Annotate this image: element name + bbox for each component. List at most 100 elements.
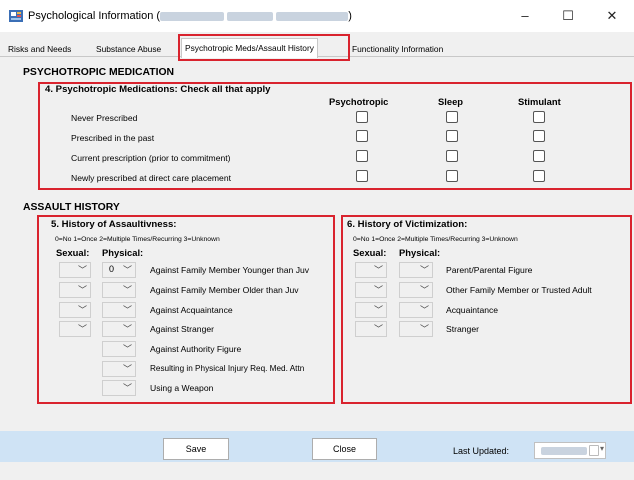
checkbox-newly-stimulant[interactable] bbox=[533, 170, 545, 182]
assault-physical-dropdown-2[interactable]: ﹀ bbox=[102, 282, 136, 298]
assault-section-title: ASSAULT HISTORY bbox=[23, 202, 120, 213]
chevron-down-icon: ﹀ bbox=[122, 364, 132, 374]
chevron-down-icon: ﹀ bbox=[419, 285, 429, 295]
victimization-title: 6. History of Victimization: bbox=[347, 219, 468, 230]
redacted-number bbox=[276, 11, 349, 21]
row-newly-prescribed: Newly prescribed at direct care placemen… bbox=[71, 173, 232, 183]
chevron-down-icon: ﹀ bbox=[122, 344, 132, 354]
checkbox-newly-psychotropic[interactable] bbox=[356, 170, 368, 182]
chevron-down-icon: ﹀ bbox=[419, 324, 429, 334]
assault-physical-dropdown-4[interactable]: ﹀ bbox=[102, 321, 136, 337]
victim-physical-dropdown-3[interactable]: ﹀ bbox=[399, 302, 433, 318]
checkbox-never-psychotropic[interactable] bbox=[356, 111, 368, 123]
assault-row-label-7: Using a Weapon bbox=[150, 383, 214, 393]
calendar-icon bbox=[589, 445, 599, 456]
assault-sexual-dropdown-1[interactable]: ﹀ bbox=[59, 262, 91, 278]
checkbox-newly-sleep[interactable] bbox=[446, 170, 458, 182]
chevron-down-icon: ﹀ bbox=[122, 383, 132, 393]
victim-sexual-dropdown-3[interactable]: ﹀ bbox=[355, 302, 387, 318]
victim-physical-dropdown-1[interactable]: ﹀ bbox=[399, 262, 433, 278]
assault-sexual-dropdown-4[interactable]: ﹀ bbox=[59, 321, 91, 337]
redacted-id bbox=[227, 11, 274, 21]
last-updated-date-picker[interactable]: ▾ bbox=[534, 442, 606, 459]
assault-physical-dropdown-6[interactable]: ﹀ bbox=[102, 361, 136, 377]
redacted-name bbox=[160, 11, 225, 21]
chevron-down-icon: ﹀ bbox=[419, 265, 429, 275]
app-icon bbox=[9, 10, 23, 22]
checkbox-past-psychotropic[interactable] bbox=[356, 130, 368, 142]
chevron-down-icon: ﹀ bbox=[122, 305, 132, 315]
last-updated-label: Last Updated: bbox=[453, 446, 510, 456]
assault-physical-dropdown-3[interactable]: ﹀ bbox=[102, 302, 136, 318]
close-window-button[interactable]: ✕ bbox=[597, 6, 627, 26]
victim-sexual-dropdown-2[interactable]: ﹀ bbox=[355, 282, 387, 298]
victim-sexual-dropdown-1[interactable]: ﹀ bbox=[355, 262, 387, 278]
redacted-date bbox=[541, 447, 587, 455]
checkbox-current-sleep[interactable] bbox=[446, 150, 458, 162]
chevron-down-icon: ﹀ bbox=[77, 324, 87, 334]
chevron-down-icon: ﹀ bbox=[77, 265, 87, 275]
chevron-down-icon: ﹀ bbox=[373, 324, 383, 334]
assault-row-label-3: Against Acquaintance bbox=[150, 305, 233, 315]
chevron-down-icon: ﹀ bbox=[419, 305, 429, 315]
tab-risks-and-needs[interactable]: Risks and Needs bbox=[5, 41, 74, 57]
chevron-down-icon: ﹀ bbox=[77, 285, 87, 295]
assault-row-label-1: Against Family Member Younger than Juv bbox=[150, 265, 310, 275]
assaultiveness-title: 5. History of Assaultivness: bbox=[51, 219, 177, 230]
chevron-down-icon: ﹀ bbox=[122, 265, 132, 275]
victim-row-label-1: Parent/Parental Figure bbox=[446, 265, 533, 275]
chevron-down-icon: ﹀ bbox=[373, 285, 383, 295]
victim-sexual-dropdown-4[interactable]: ﹀ bbox=[355, 321, 387, 337]
column-sleep: Sleep bbox=[438, 96, 464, 107]
assault-physical-dropdown-1[interactable]: 0 ﹀ bbox=[102, 262, 136, 278]
psychotropic-group-title: 4. Psychotropic Medications: Check all t… bbox=[45, 84, 271, 95]
checkbox-never-stimulant[interactable] bbox=[533, 111, 545, 123]
victim-row-label-3: Acquaintance bbox=[446, 305, 499, 315]
chevron-down-icon: ﹀ bbox=[373, 305, 383, 315]
victimization-legend: 0=No 1=Once 2=Multiple Times/Recurring 3… bbox=[353, 236, 518, 243]
assault-physical-dropdown-5[interactable]: ﹀ bbox=[102, 341, 136, 357]
chevron-down-icon: ﹀ bbox=[122, 285, 132, 295]
tab-functionality-information[interactable]: Functionality Information bbox=[349, 41, 446, 57]
assault-row-label-6: Resulting in Physical Injury Req. Med. A… bbox=[150, 364, 305, 373]
victim-row-label-4: Stranger bbox=[446, 324, 479, 334]
chevron-down-icon: ▾ bbox=[600, 444, 605, 453]
checkbox-current-stimulant[interactable] bbox=[533, 150, 545, 162]
checkbox-never-sleep[interactable] bbox=[446, 111, 458, 123]
chevron-down-icon: ﹀ bbox=[373, 265, 383, 275]
status-strip bbox=[0, 462, 634, 480]
assaultiveness-sexual-label: Sexual: bbox=[56, 247, 90, 258]
window-title: Psychological Information ( ) bbox=[28, 10, 352, 22]
tab-substance-abuse[interactable]: Substance Abuse bbox=[93, 41, 164, 57]
victim-physical-dropdown-4[interactable]: ﹀ bbox=[399, 321, 433, 337]
assaultiveness-legend: 0=No 1=Once 2=Multiple Times/Recurring 3… bbox=[55, 236, 220, 243]
assaultiveness-physical-label: Physical: bbox=[102, 247, 144, 258]
assault-physical-value-1: 0 bbox=[109, 264, 115, 274]
close-button[interactable]: Close bbox=[312, 438, 377, 460]
row-never-prescribed: Never Prescribed bbox=[71, 113, 138, 123]
assault-row-label-2: Against Family Member Older than Juv bbox=[150, 285, 299, 295]
assault-sexual-dropdown-3[interactable]: ﹀ bbox=[59, 302, 91, 318]
assault-physical-dropdown-7[interactable]: ﹀ bbox=[102, 380, 136, 396]
window-title-prefix: Psychological Information ( bbox=[28, 10, 161, 22]
window-title-suffix: ) bbox=[348, 10, 352, 22]
victim-row-label-2: Other Family Member or Trusted Adult bbox=[446, 285, 592, 295]
psychotropic-section-title: PSYCHOTROPIC MEDICATION bbox=[23, 67, 175, 78]
assault-row-label-5: Against Authority Figure bbox=[150, 344, 242, 354]
assault-row-label-4: Against Stranger bbox=[150, 324, 215, 334]
victim-physical-dropdown-2[interactable]: ﹀ bbox=[399, 282, 433, 298]
assault-sexual-dropdown-2[interactable]: ﹀ bbox=[59, 282, 91, 298]
active-tab-highlight bbox=[178, 34, 350, 61]
checkbox-past-stimulant[interactable] bbox=[533, 130, 545, 142]
victimization-sexual-label: Sexual: bbox=[353, 247, 387, 258]
column-psychotropic: Psychotropic bbox=[329, 96, 389, 107]
checkbox-past-sleep[interactable] bbox=[446, 130, 458, 142]
minimize-button[interactable]: – bbox=[510, 6, 540, 26]
chevron-down-icon: ﹀ bbox=[122, 324, 132, 334]
checkbox-current-psychotropic[interactable] bbox=[356, 150, 368, 162]
save-button[interactable]: Save bbox=[163, 438, 229, 460]
row-prescribed-in-past: Prescribed in the past bbox=[71, 133, 155, 143]
maximize-button[interactable]: ☐ bbox=[553, 6, 583, 26]
chevron-down-icon: ﹀ bbox=[77, 305, 87, 315]
victimization-physical-label: Physical: bbox=[399, 247, 441, 258]
